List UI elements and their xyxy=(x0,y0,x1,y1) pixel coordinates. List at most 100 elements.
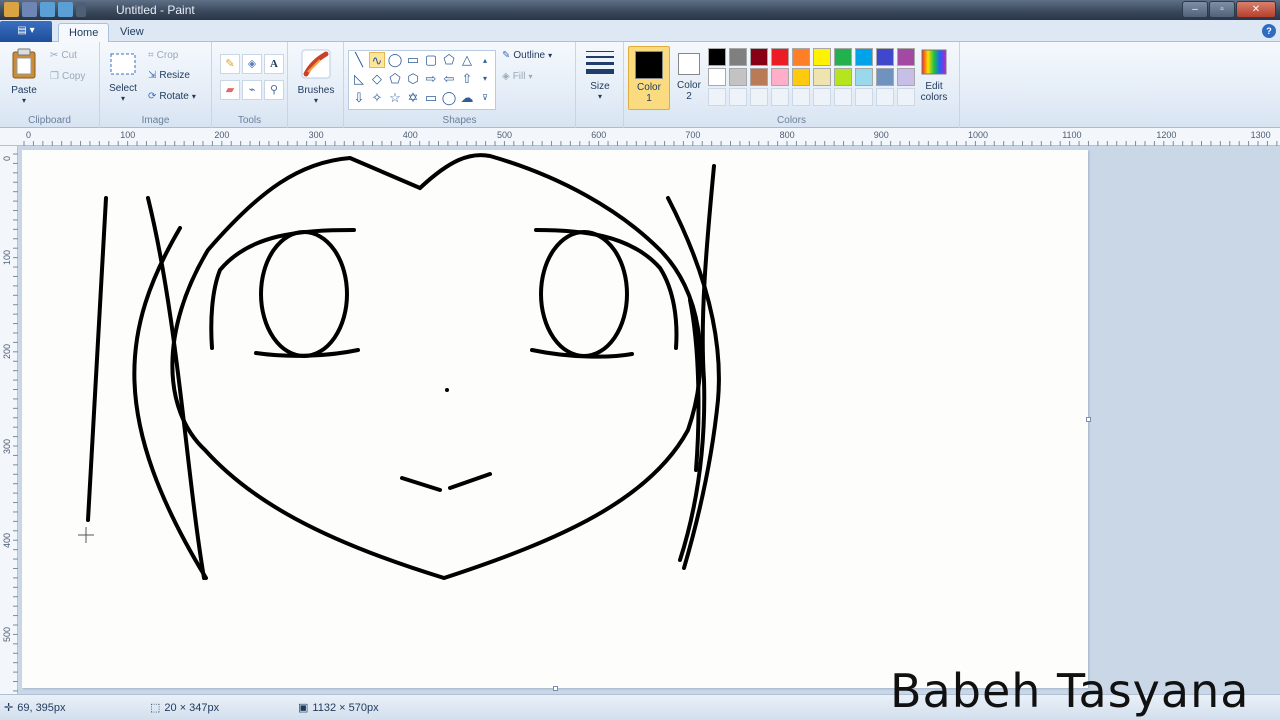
magnifier-icon[interactable]: ⚲ xyxy=(264,80,284,100)
down-arrow-shape-icon[interactable]: ⇩ xyxy=(351,90,367,106)
cloud-callout-shape-icon[interactable]: ☁ xyxy=(459,90,475,106)
select-dropdown-icon[interactable]: ▾ xyxy=(106,94,140,103)
palette-color-swatch[interactable] xyxy=(834,68,852,86)
copy-button[interactable]: ❐ Copy xyxy=(50,71,85,82)
size-button[interactable]: Size ▾ xyxy=(582,48,618,101)
hexagon-shape-icon[interactable]: ⬡ xyxy=(405,71,421,87)
undo-icon[interactable] xyxy=(40,2,55,17)
palette-custom-slot[interactable] xyxy=(750,88,768,106)
palette-color-swatch[interactable] xyxy=(855,68,873,86)
palette-custom-slot[interactable] xyxy=(708,88,726,106)
crop-icon: ⌗ xyxy=(148,50,154,61)
six-point-star-shape-icon[interactable]: ✡ xyxy=(405,90,421,106)
close-button[interactable]: ✕ xyxy=(1236,1,1276,18)
brushes-button[interactable]: Brushes ▾ xyxy=(294,48,338,105)
palette-color-swatch[interactable] xyxy=(771,68,789,86)
pentagon-shape-icon[interactable]: ⬠ xyxy=(387,71,403,87)
palette-color-swatch[interactable] xyxy=(729,68,747,86)
paint-app-icon[interactable] xyxy=(4,2,19,17)
palette-custom-slot[interactable] xyxy=(834,88,852,106)
left-arrow-shape-icon[interactable]: ⇦ xyxy=(441,71,457,87)
triangle-shape-icon[interactable]: △ xyxy=(459,52,475,68)
palette-custom-slot[interactable] xyxy=(897,88,915,106)
palette-custom-slot[interactable] xyxy=(876,88,894,106)
oval-callout-shape-icon[interactable]: ◯ xyxy=(441,90,457,106)
palette-color-swatch[interactable] xyxy=(750,68,768,86)
eraser-icon[interactable]: ▰ xyxy=(220,80,240,100)
right-triangle-shape-icon[interactable]: ◺ xyxy=(351,71,367,87)
palette-color-swatch[interactable] xyxy=(771,48,789,66)
up-arrow-shape-icon[interactable]: ⇧ xyxy=(459,71,475,87)
text-tool-icon[interactable]: A xyxy=(264,54,284,74)
paste-button[interactable]: Paste ▾ xyxy=(6,48,42,105)
rect-callout-shape-icon[interactable]: ▭ xyxy=(423,90,439,106)
drawing-canvas[interactable] xyxy=(22,150,1088,688)
edit-colors-button[interactable]: Edit colors xyxy=(914,48,954,103)
pencil-icon[interactable]: ✎ xyxy=(220,54,240,74)
rounded-rectangle-shape-icon[interactable]: ▢ xyxy=(423,52,439,68)
paint-menu-button[interactable]: ▤ ▾ xyxy=(0,21,52,42)
palette-custom-slot[interactable] xyxy=(813,88,831,106)
minimize-button[interactable]: – xyxy=(1182,1,1208,18)
save-icon[interactable] xyxy=(22,2,37,17)
oval-shape-icon[interactable]: ◯ xyxy=(387,52,403,68)
fill-button[interactable]: ◈ Fill ▾ xyxy=(502,71,533,82)
palette-color-swatch[interactable] xyxy=(750,48,768,66)
brush-icon xyxy=(301,49,331,79)
maximize-button[interactable]: ▫ xyxy=(1209,1,1235,18)
selection-size-icon: ⬚ xyxy=(150,702,161,714)
rectangle-shape-icon[interactable]: ▭ xyxy=(405,52,421,68)
outline-dropdown-icon[interactable]: ▾ xyxy=(548,51,552,60)
four-point-star-shape-icon[interactable]: ✧ xyxy=(369,90,385,106)
paste-dropdown-icon[interactable]: ▾ xyxy=(6,96,42,105)
resize-button[interactable]: ⇲ Resize xyxy=(148,70,190,81)
diamond-shape-icon[interactable]: ◇ xyxy=(369,71,385,87)
palette-color-swatch[interactable] xyxy=(876,48,894,66)
palette-color-swatch[interactable] xyxy=(813,48,831,66)
palette-color-swatch[interactable] xyxy=(813,68,831,86)
palette-custom-slot[interactable] xyxy=(855,88,873,106)
canvas-resize-handle-right[interactable] xyxy=(1086,417,1091,422)
help-icon[interactable]: ? xyxy=(1262,24,1276,38)
tools-group-label: Tools xyxy=(237,115,262,126)
shapes-scroll-up-icon[interactable]: ▴ xyxy=(479,53,491,69)
size-dropdown-icon[interactable]: ▾ xyxy=(582,92,618,101)
outline-button[interactable]: ✎ Outline ▾ xyxy=(502,50,552,61)
palette-color-swatch[interactable] xyxy=(855,48,873,66)
shapes-expand-icon[interactable]: ⊽ xyxy=(479,90,491,106)
palette-color-swatch[interactable] xyxy=(792,48,810,66)
fill-bucket-icon[interactable]: ◈ xyxy=(242,54,262,74)
five-point-star-shape-icon[interactable]: ☆ xyxy=(387,90,403,106)
color-picker-icon[interactable]: ⌁ xyxy=(242,80,262,100)
shapes-scroll-down-icon[interactable]: ▾ xyxy=(479,71,491,87)
fill-dropdown-icon[interactable]: ▾ xyxy=(528,72,532,81)
select-button[interactable]: Select ▾ xyxy=(106,50,140,103)
redo-icon[interactable] xyxy=(58,2,73,17)
palette-color-swatch[interactable] xyxy=(897,68,915,86)
tab-view[interactable]: View xyxy=(110,23,154,43)
palette-custom-slot[interactable] xyxy=(792,88,810,106)
palette-color-swatch[interactable] xyxy=(708,48,726,66)
crop-button[interactable]: ⌗ Crop xyxy=(148,50,178,61)
tab-home[interactable]: Home xyxy=(58,23,110,43)
palette-color-swatch[interactable] xyxy=(729,48,747,66)
canvas-resize-handle-bottom[interactable] xyxy=(553,686,558,691)
palette-color-swatch[interactable] xyxy=(792,68,810,86)
customize-qat-icon[interactable] xyxy=(76,2,86,17)
polygon-shape-icon[interactable]: ⬠ xyxy=(441,52,457,68)
color1-button[interactable]: Color 1 xyxy=(628,46,670,110)
cut-button[interactable]: ✂ Cut xyxy=(50,50,77,61)
palette-color-swatch[interactable] xyxy=(876,68,894,86)
rotate-button[interactable]: ⟳ Rotate ▾ xyxy=(148,91,196,102)
line-shape-icon[interactable]: ╲ xyxy=(351,52,367,68)
palette-color-swatch[interactable] xyxy=(834,48,852,66)
rotate-dropdown-icon[interactable]: ▾ xyxy=(192,92,196,101)
palette-custom-slot[interactable] xyxy=(771,88,789,106)
palette-color-swatch[interactable] xyxy=(708,68,726,86)
palette-custom-slot[interactable] xyxy=(729,88,747,106)
curve-shape-icon[interactable]: ∿ xyxy=(369,52,385,68)
right-arrow-shape-icon[interactable]: ⇨ xyxy=(423,71,439,87)
palette-color-swatch[interactable] xyxy=(897,48,915,66)
brushes-dropdown-icon[interactable]: ▾ xyxy=(294,96,338,105)
color2-button[interactable]: Color 2 xyxy=(668,46,710,110)
